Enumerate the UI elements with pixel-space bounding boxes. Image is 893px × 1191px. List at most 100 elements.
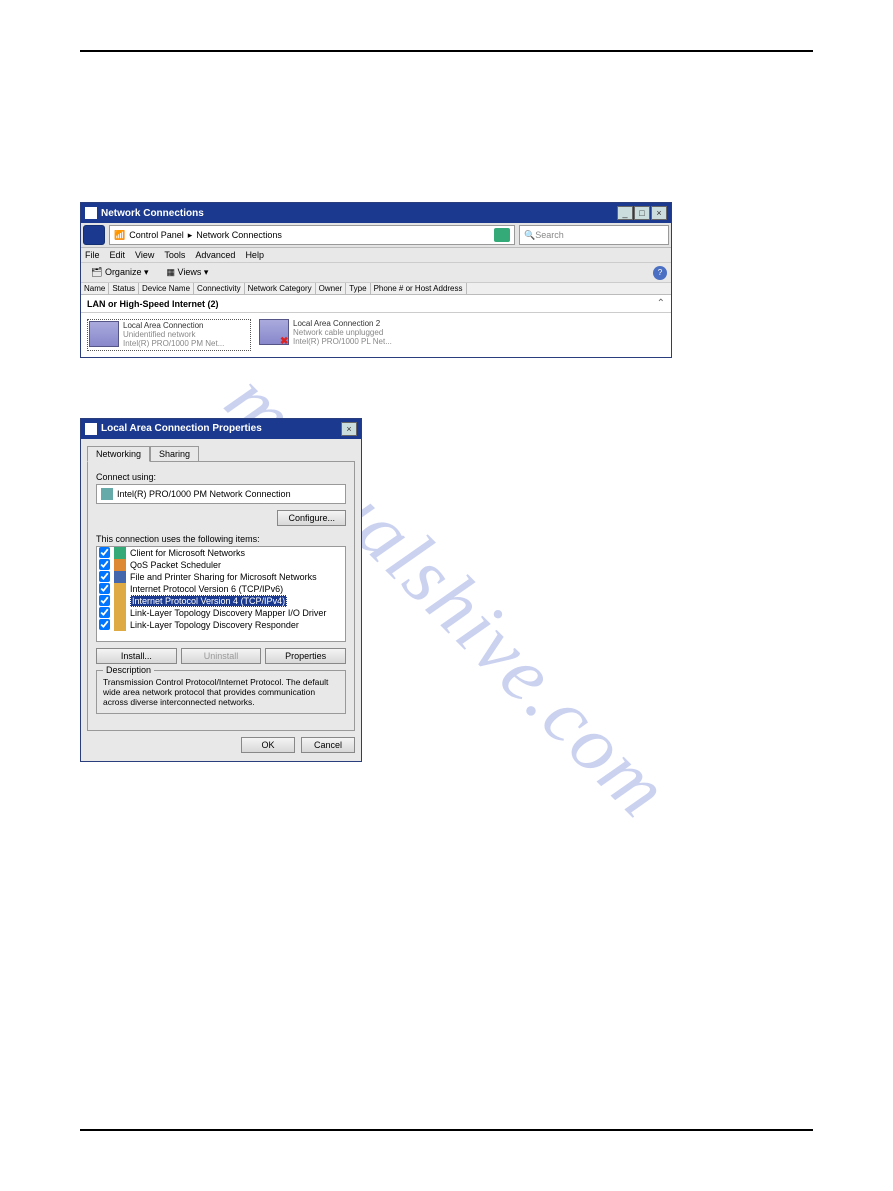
- minimize-button[interactable]: _: [617, 206, 633, 220]
- nav-back-button[interactable]: [83, 225, 105, 245]
- menu-edit[interactable]: Edit: [110, 250, 126, 260]
- list-item[interactable]: Link-Layer Topology Discovery Responder: [97, 619, 345, 631]
- share-icon: [114, 571, 126, 583]
- connection-item-1[interactable]: Local Area Connection Unidentified netwo…: [87, 319, 251, 351]
- menu-bar: File Edit View Tools Advanced Help: [81, 248, 671, 263]
- protocol-icon: [114, 607, 126, 619]
- item-checkbox[interactable]: [99, 595, 110, 606]
- menu-file[interactable]: File: [85, 250, 100, 260]
- list-item[interactable]: File and Printer Sharing for Microsoft N…: [97, 571, 345, 583]
- col-owner[interactable]: Owner: [316, 283, 347, 294]
- install-button[interactable]: Install...: [96, 648, 177, 664]
- conn2-name: Local Area Connection 2: [293, 319, 392, 328]
- client-icon: [114, 547, 126, 559]
- window-title: Network Connections: [101, 208, 617, 219]
- dialog-close-button[interactable]: ×: [341, 422, 357, 436]
- menu-help[interactable]: Help: [245, 250, 264, 260]
- breadcrumb-icon: 📶: [114, 230, 125, 241]
- group-collapse-button[interactable]: ⌃: [657, 298, 665, 309]
- protocol-icon: [114, 595, 126, 607]
- adapter-field: Intel(R) PRO/1000 PM Network Connection: [96, 484, 346, 504]
- item-label: Internet Protocol Version 4 (TCP/IPv4): [130, 595, 287, 607]
- breadcrumb-segment-1[interactable]: Control Panel: [129, 230, 184, 240]
- toolbar: 🗂 Organize ▾ ▦ Views ▾ ?: [81, 263, 671, 283]
- list-item-selected[interactable]: Internet Protocol Version 4 (TCP/IPv4): [97, 595, 345, 607]
- menu-tools[interactable]: Tools: [164, 250, 185, 260]
- adapter-icon: [101, 488, 113, 500]
- item-checkbox[interactable]: [99, 607, 110, 618]
- connection-properties-dialog: Local Area Connection Properties × Netwo…: [80, 418, 362, 762]
- item-checkbox[interactable]: [99, 547, 110, 558]
- toolbar-help-button[interactable]: ?: [653, 266, 667, 280]
- search-input[interactable]: 🔍 Search: [519, 225, 669, 245]
- maximize-button[interactable]: □: [634, 206, 650, 220]
- unplugged-icon: ✖: [280, 336, 290, 346]
- network-connections-window: Network Connections _ □ × 📶 Control Pane…: [80, 202, 672, 358]
- item-label: Link-Layer Topology Discovery Mapper I/O…: [130, 608, 326, 618]
- search-placeholder: Search: [535, 230, 564, 240]
- conn1-status: Unidentified network: [123, 330, 224, 339]
- tab-strip: Networking Sharing: [87, 445, 355, 461]
- group-header[interactable]: LAN or High-Speed Internet (2) ⌃: [81, 295, 671, 313]
- tab-sharing[interactable]: Sharing: [150, 446, 199, 462]
- connections-pane: Local Area Connection Unidentified netwo…: [81, 313, 671, 357]
- items-listbox[interactable]: Client for Microsoft Networks QoS Packet…: [96, 546, 346, 642]
- col-device[interactable]: Device Name: [139, 283, 194, 294]
- connection-item-2[interactable]: ✖ Local Area Connection 2 Network cable …: [259, 319, 419, 351]
- dialog-icon: [85, 423, 97, 435]
- menu-advanced[interactable]: Advanced: [195, 250, 235, 260]
- breadcrumb-segment-2[interactable]: Network Connections: [196, 230, 282, 240]
- list-item[interactable]: Client for Microsoft Networks: [97, 547, 345, 559]
- breadcrumb-sep: ▸: [188, 230, 193, 241]
- organize-menu[interactable]: 🗂 Organize ▾: [85, 265, 154, 280]
- refresh-button[interactable]: [494, 228, 510, 242]
- qos-icon: [114, 559, 126, 571]
- item-label: QoS Packet Scheduler: [130, 560, 221, 570]
- item-checkbox[interactable]: [99, 583, 110, 594]
- ok-button[interactable]: OK: [241, 737, 295, 753]
- dialog-titlebar[interactable]: Local Area Connection Properties ×: [81, 419, 361, 439]
- col-phone[interactable]: Phone # or Host Address: [371, 283, 467, 294]
- page-bottom-rule: [80, 1129, 813, 1131]
- item-label: Client for Microsoft Networks: [130, 548, 245, 558]
- list-item[interactable]: Internet Protocol Version 6 (TCP/IPv6): [97, 583, 345, 595]
- col-connectivity[interactable]: Connectivity: [194, 283, 245, 294]
- cancel-button[interactable]: Cancel: [301, 737, 355, 753]
- item-label: Link-Layer Topology Discovery Responder: [130, 620, 299, 630]
- tab-networking[interactable]: Networking: [87, 446, 150, 462]
- item-checkbox[interactable]: [99, 559, 110, 570]
- conn2-status: Network cable unplugged: [293, 328, 392, 337]
- protocol-icon: [114, 619, 126, 631]
- tab-panel: Connect using: Intel(R) PRO/1000 PM Netw…: [87, 461, 355, 731]
- items-label: This connection uses the following items…: [96, 534, 346, 544]
- item-label: Internet Protocol Version 6 (TCP/IPv6): [130, 584, 283, 594]
- conn2-device: Intel(R) PRO/1000 PL Net...: [293, 337, 392, 346]
- col-status[interactable]: Status: [109, 283, 139, 294]
- menu-view[interactable]: View: [135, 250, 154, 260]
- description-group: Description Transmission Control Protoco…: [96, 670, 346, 714]
- window-titlebar[interactable]: Network Connections _ □ ×: [81, 203, 671, 223]
- views-menu[interactable]: ▦ Views ▾: [160, 265, 214, 280]
- properties-button[interactable]: Properties: [265, 648, 346, 664]
- close-button[interactable]: ×: [651, 206, 667, 220]
- network-adapter-icon: [89, 321, 119, 347]
- dialog-title: Local Area Connection Properties: [101, 423, 341, 434]
- item-checkbox[interactable]: [99, 619, 110, 630]
- adapter-name: Intel(R) PRO/1000 PM Network Connection: [117, 489, 291, 499]
- list-item[interactable]: Link-Layer Topology Discovery Mapper I/O…: [97, 607, 345, 619]
- list-item[interactable]: QoS Packet Scheduler: [97, 559, 345, 571]
- item-checkbox[interactable]: [99, 571, 110, 582]
- col-type[interactable]: Type: [346, 283, 370, 294]
- conn1-name: Local Area Connection: [123, 321, 224, 330]
- description-text: Transmission Control Protocol/Internet P…: [103, 677, 328, 707]
- protocol-icon: [114, 583, 126, 595]
- configure-button[interactable]: Configure...: [277, 510, 346, 526]
- breadcrumb[interactable]: 📶 Control Panel ▸ Network Connections: [109, 225, 515, 245]
- group-header-label: LAN or High-Speed Internet (2): [87, 299, 219, 309]
- description-legend: Description: [103, 665, 154, 675]
- uninstall-button: Uninstall: [181, 648, 262, 664]
- network-adapter-icon: ✖: [259, 319, 289, 345]
- col-category[interactable]: Network Category: [245, 283, 316, 294]
- conn1-device: Intel(R) PRO/1000 PM Net...: [123, 339, 224, 348]
- col-name[interactable]: Name: [81, 283, 109, 294]
